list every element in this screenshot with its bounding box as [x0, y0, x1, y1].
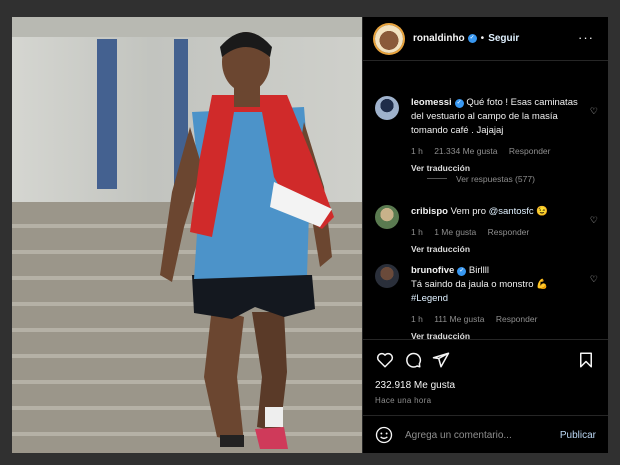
- share-icon[interactable]: [431, 350, 451, 370]
- reply-button[interactable]: Responder: [509, 146, 551, 156]
- comment-username[interactable]: cribispo: [411, 206, 448, 217]
- comment-icon[interactable]: [403, 350, 423, 370]
- comment-likes[interactable]: 21.334 Me gusta: [434, 146, 497, 156]
- action-icons: [375, 350, 596, 370]
- heart-icon[interactable]: ♡: [590, 274, 598, 285]
- posted-time: Hace una hora: [375, 396, 432, 405]
- comment-likes[interactable]: 1 Me gusta: [434, 227, 476, 237]
- reply-button[interactable]: Responder: [488, 227, 530, 237]
- view-replies-button[interactable]: Ver respuestas (577): [427, 174, 535, 184]
- avatar[interactable]: [375, 96, 399, 120]
- comment-meta: 1 h 111 Me gusta Responder: [411, 312, 580, 326]
- player-figure: [160, 32, 334, 449]
- instagram-post-modal: ronaldinho ✓ • Seguir ··· leomessi ✓ Qué …: [12, 17, 608, 453]
- comment-text: 😉: [533, 206, 549, 217]
- comment-username[interactable]: leomessi: [411, 97, 452, 108]
- comment-text: Vem pro: [450, 206, 489, 217]
- comment-text: Tá saindo da jaula o monstro 💪: [411, 279, 548, 290]
- comment-meta: 1 h 21.334 Me gusta Responder: [411, 144, 580, 158]
- comment-likes[interactable]: 111 Me gusta: [434, 314, 484, 324]
- mention-link[interactable]: @santosfc: [489, 206, 534, 217]
- post-photo[interactable]: [12, 17, 362, 453]
- avatar[interactable]: [375, 205, 399, 229]
- add-comment-bar: Agrega un comentario... Publicar: [363, 415, 608, 454]
- translate-button[interactable]: Ver traducción: [411, 242, 580, 256]
- comment-body: cribispo Vem pro @santosfc 😉 1 h 1 Me gu…: [411, 205, 580, 256]
- comment-username[interactable]: brunofive: [411, 265, 454, 276]
- comment-time: 1 h: [411, 146, 423, 156]
- bookmark-icon[interactable]: [576, 350, 596, 370]
- comment-body: brunofive ✓ Birllll Tá saindo da jaula o …: [411, 264, 580, 339]
- more-icon[interactable]: ···: [578, 30, 594, 45]
- separator-dot: •: [480, 33, 485, 44]
- heart-icon[interactable]: ♡: [590, 106, 598, 117]
- post-header: ronaldinho ✓ • Seguir ···: [363, 17, 608, 61]
- comment-time: 1 h: [411, 227, 423, 237]
- comments-list[interactable]: leomessi ✓ Qué foto ! Esas caminatas del …: [363, 61, 608, 339]
- comment-time: 1 h: [411, 314, 423, 324]
- likes-count[interactable]: 232.918 Me gusta: [375, 380, 455, 391]
- translate-button[interactable]: Ver traducción: [411, 329, 580, 339]
- comment-text: Birllll: [468, 265, 489, 276]
- avatar[interactable]: [375, 24, 403, 53]
- heart-icon[interactable]: ♡: [590, 215, 598, 226]
- post-sidebar: ronaldinho ✓ • Seguir ··· leomessi ✓ Qué …: [362, 17, 608, 453]
- translate-button[interactable]: Ver traducción: [411, 161, 580, 175]
- verified-icon: ✓: [457, 267, 467, 276]
- hashtag-link[interactable]: #Legend: [411, 293, 448, 304]
- post-username[interactable]: ronaldinho: [413, 33, 465, 44]
- reply-button[interactable]: Responder: [496, 314, 538, 324]
- follow-button[interactable]: Seguir: [488, 33, 519, 44]
- heart-icon[interactable]: [375, 350, 395, 370]
- emoji-icon[interactable]: [375, 426, 393, 444]
- comment-input[interactable]: Agrega un comentario...: [405, 430, 560, 441]
- verified-icon: ✓: [454, 99, 464, 108]
- comment-body: leomessi ✓ Qué foto ! Esas caminatas del …: [411, 96, 580, 175]
- publish-button[interactable]: Publicar: [560, 430, 596, 441]
- avatar[interactable]: [375, 264, 399, 288]
- verified-icon: ✓: [467, 34, 477, 43]
- comment-meta: 1 h 1 Me gusta Responder: [411, 225, 580, 239]
